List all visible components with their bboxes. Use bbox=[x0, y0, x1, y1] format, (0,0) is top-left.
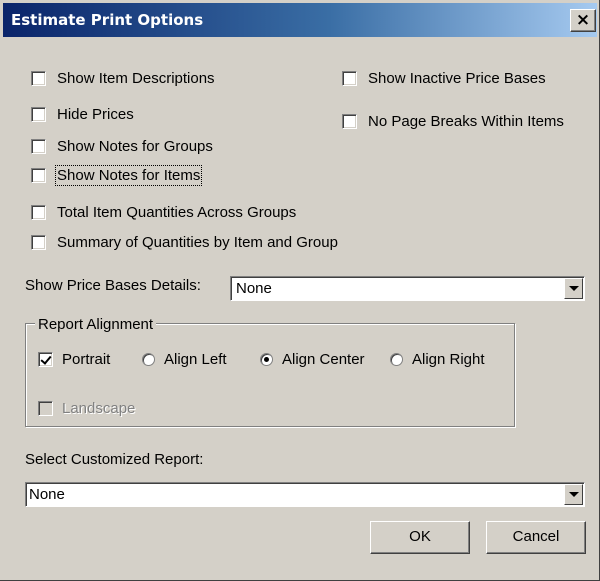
window-title: Estimate Print Options bbox=[11, 11, 204, 29]
estimate-print-options-dialog: Estimate Print Options × Show Item Descr… bbox=[0, 0, 600, 581]
checkbox-label: Hide Prices bbox=[57, 105, 134, 123]
checkbox-label: No Page Breaks Within Items bbox=[368, 112, 564, 130]
chevron-down-icon[interactable] bbox=[564, 278, 583, 299]
landscape-checkbox: Landscape bbox=[38, 398, 135, 418]
title-bar[interactable]: Estimate Print Options × bbox=[3, 3, 597, 37]
no-page-breaks-checkbox[interactable]: No Page Breaks Within Items bbox=[342, 111, 564, 131]
checkbox-label: Total Item Quantities Across Groups bbox=[57, 203, 297, 221]
checkbox-label: Show Item Descriptions bbox=[57, 69, 215, 87]
hide-prices-checkbox[interactable]: Hide Prices bbox=[31, 104, 134, 124]
align-center-radio[interactable]: Align Center bbox=[260, 349, 365, 369]
checkbox-label: Portrait bbox=[62, 350, 111, 368]
custom-report-select[interactable]: None bbox=[25, 482, 585, 507]
checkbox-label: Show Inactive Price Bases bbox=[368, 69, 546, 87]
checkbox-box[interactable] bbox=[342, 113, 357, 129]
total-item-quantities-checkbox[interactable]: Total Item Quantities Across Groups bbox=[31, 202, 296, 222]
checkbox-box[interactable] bbox=[342, 70, 357, 86]
radio-label: Align Right bbox=[412, 350, 485, 368]
checkbox-box[interactable] bbox=[31, 106, 46, 122]
checkbox-box[interactable] bbox=[31, 204, 46, 220]
custom-report-label: Select Customized Report: bbox=[25, 451, 204, 468]
summary-quantities-checkbox[interactable]: Summary of Quantities by Item and Group bbox=[31, 232, 338, 252]
radio-button[interactable] bbox=[390, 352, 403, 366]
report-alignment-title: Report Alignment bbox=[35, 316, 157, 333]
portrait-checkbox[interactable]: Portrait bbox=[38, 349, 110, 369]
price-bases-label: Show Price Bases Details: bbox=[25, 277, 201, 294]
radio-label: Align Center bbox=[282, 350, 365, 368]
checkbox-label: Show Notes for Groups bbox=[57, 137, 213, 155]
radio-button[interactable] bbox=[260, 352, 273, 366]
close-icon: × bbox=[575, 10, 591, 30]
show-notes-items-checkbox[interactable]: Show Notes for Items bbox=[31, 164, 203, 186]
checkbox-label: Summary of Quantities by Item and Group bbox=[57, 233, 338, 251]
align-right-radio[interactable]: Align Right bbox=[390, 349, 485, 369]
checkbox-box bbox=[38, 400, 53, 416]
checkbox-box[interactable] bbox=[38, 351, 53, 367]
ok-button[interactable]: OK bbox=[370, 521, 470, 554]
checkbox-box[interactable] bbox=[31, 167, 46, 183]
show-notes-groups-checkbox[interactable]: Show Notes for Groups bbox=[31, 136, 213, 156]
checkbox-label: Show Notes for Items bbox=[54, 164, 203, 186]
radio-button[interactable] bbox=[142, 352, 155, 366]
cancel-button[interactable]: Cancel bbox=[486, 521, 586, 554]
align-left-radio[interactable]: Align Left bbox=[142, 349, 227, 369]
price-bases-select[interactable]: None bbox=[230, 276, 585, 301]
custom-report-value: None bbox=[29, 486, 65, 503]
checkbox-box[interactable] bbox=[31, 234, 46, 250]
price-bases-value: None bbox=[236, 280, 272, 297]
close-button[interactable]: × bbox=[570, 9, 596, 32]
radio-label: Align Left bbox=[164, 350, 227, 368]
show-inactive-price-bases-checkbox[interactable]: Show Inactive Price Bases bbox=[342, 68, 546, 88]
checkbox-box[interactable] bbox=[31, 138, 46, 154]
show-item-descriptions-checkbox[interactable]: Show Item Descriptions bbox=[31, 68, 215, 88]
chevron-down-icon[interactable] bbox=[564, 484, 583, 505]
checkbox-label: Landscape bbox=[62, 399, 136, 417]
checkbox-box[interactable] bbox=[31, 70, 46, 86]
